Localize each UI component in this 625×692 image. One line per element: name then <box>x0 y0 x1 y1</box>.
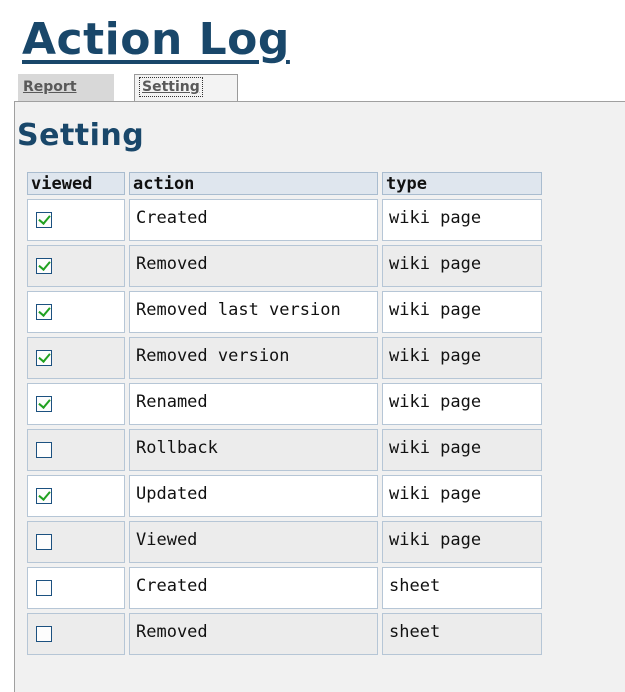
viewed-cell <box>27 245 125 287</box>
table-row: Removed sheet <box>27 613 542 655</box>
type-cell: wiki page <box>382 429 542 471</box>
viewed-cell <box>27 521 125 563</box>
action-cell: Created <box>129 199 378 241</box>
table-row: Removed wiki page <box>27 245 542 287</box>
viewed-cell <box>27 199 125 241</box>
viewed-checkbox[interactable] <box>36 442 52 458</box>
table-row: Rollback wiki page <box>27 429 542 471</box>
viewed-checkbox[interactable] <box>36 212 52 228</box>
tab-setting[interactable]: Setting <box>134 74 238 101</box>
table-row: Created wiki page <box>27 199 542 241</box>
viewed-checkbox[interactable] <box>36 488 52 504</box>
type-cell: sheet <box>382 567 542 609</box>
action-cell: Viewed <box>129 521 378 563</box>
type-cell: wiki page <box>382 199 542 241</box>
type-cell: wiki page <box>382 337 542 379</box>
tab-report[interactable]: Report <box>18 74 114 101</box>
table-row: Renamed wiki page <box>27 383 542 425</box>
action-cell: Rollback <box>129 429 378 471</box>
viewed-cell <box>27 337 125 379</box>
viewed-checkbox[interactable] <box>36 580 52 596</box>
page-title: Action Log <box>22 14 290 65</box>
column-header-type: type <box>382 172 542 195</box>
type-cell: wiki page <box>382 245 542 287</box>
viewed-cell <box>27 429 125 471</box>
viewed-cell <box>27 567 125 609</box>
column-header-viewed: viewed <box>27 172 125 195</box>
action-cell: Removed last version <box>129 291 378 333</box>
viewed-checkbox[interactable] <box>36 258 52 274</box>
tab-setting-label: Setting <box>139 77 203 97</box>
table-row: Viewed wiki page <box>27 521 542 563</box>
viewed-cell <box>27 613 125 655</box>
viewed-checkbox[interactable] <box>36 350 52 366</box>
action-cell: Created <box>129 567 378 609</box>
action-cell: Removed <box>129 613 378 655</box>
type-cell: sheet <box>382 613 542 655</box>
type-cell: wiki page <box>382 291 542 333</box>
action-cell: Renamed <box>129 383 378 425</box>
action-cell: Removed <box>129 245 378 287</box>
viewed-cell <box>27 475 125 517</box>
viewed-checkbox[interactable] <box>36 534 52 550</box>
action-cell: Removed version <box>129 337 378 379</box>
type-cell: wiki page <box>382 383 542 425</box>
table-row: Updated wiki page <box>27 475 542 517</box>
type-cell: wiki page <box>382 521 542 563</box>
table-row: Removed last version wiki page <box>27 291 542 333</box>
section-title: Setting <box>17 118 145 153</box>
action-settings-table: viewed action type Created wiki page Remov… <box>23 168 546 659</box>
viewed-cell <box>27 383 125 425</box>
viewed-cell <box>27 291 125 333</box>
viewed-checkbox[interactable] <box>36 304 52 320</box>
table-header-row: viewed action type <box>27 172 542 195</box>
table-row: Created sheet <box>27 567 542 609</box>
viewed-checkbox[interactable] <box>36 396 52 412</box>
tab-report-label: Report <box>23 79 77 95</box>
action-cell: Updated <box>129 475 378 517</box>
column-header-action: action <box>129 172 378 195</box>
table-body: Created wiki page Removed wiki page Removed … <box>27 199 542 655</box>
viewed-checkbox[interactable] <box>36 626 52 642</box>
type-cell: wiki page <box>382 475 542 517</box>
table-row: Removed version wiki page <box>27 337 542 379</box>
